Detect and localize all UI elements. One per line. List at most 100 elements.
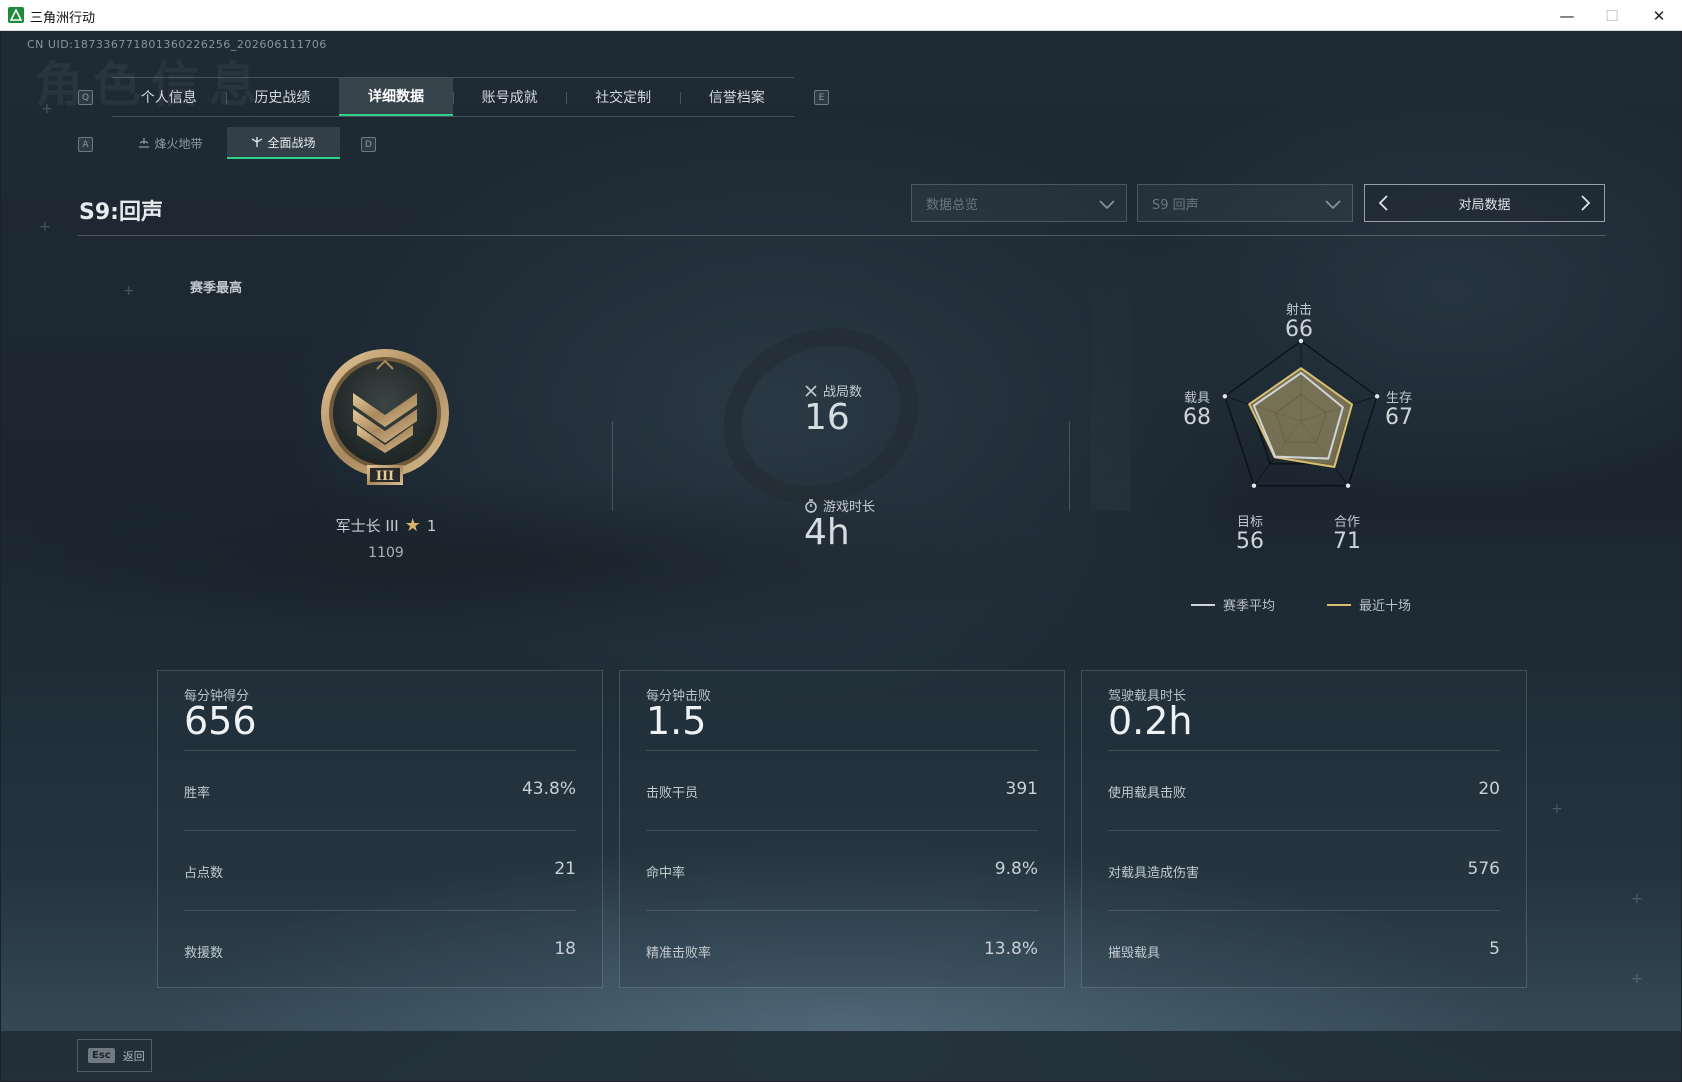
rank-badge-numeral: III xyxy=(376,469,394,484)
minimize-button[interactable]: — xyxy=(1544,0,1590,31)
radar-axis-dot xyxy=(1345,483,1351,488)
back-button[interactable]: Esc 返回 xyxy=(77,1039,152,1072)
radar-value-teamwork: 71 xyxy=(1333,529,1361,554)
vehicle-stats-card: 驾驶载具时长 0.2h 使用载具击败 20 对载具造成伤害 576 摧毁载具 5 xyxy=(1081,670,1527,988)
matches-value: 16 xyxy=(804,397,850,438)
key-hint-e: E xyxy=(814,90,829,105)
window-title: 三角洲行动 xyxy=(30,11,96,26)
radar-value-objective: 56 xyxy=(1236,529,1264,554)
bottom-bar: Esc 返回 xyxy=(1,1031,1681,1081)
card-divider xyxy=(1108,750,1500,751)
tab-social-custom[interactable]: 社交定制 xyxy=(566,78,680,116)
decor-plus: + xyxy=(39,219,51,235)
chevron-left-icon[interactable] xyxy=(1375,194,1393,212)
card-divider xyxy=(646,910,1038,911)
battlefield-icon xyxy=(252,137,263,147)
rank-name-row: 军士长 III ★ 1 xyxy=(301,515,471,536)
decor-plus: + xyxy=(1631,971,1643,987)
flame-zone-icon xyxy=(139,138,150,148)
playtime-value: 4h xyxy=(804,512,850,553)
radar-label-teamwork: 合作 xyxy=(1333,515,1360,530)
stat-row-label: 占点数 xyxy=(184,866,224,881)
game-viewport: 角色信息 + + + + + + CN UID:1873367718013602… xyxy=(1,31,1681,1081)
stat-row-label: 救援数 xyxy=(184,946,224,961)
tab-detailed-data[interactable]: 详细数据 xyxy=(339,78,453,116)
chevron-down-icon xyxy=(1099,200,1115,210)
main-tab-bar: 个人信息 历史战绩 详细数据 账号成就 社交定制 信誉档案 xyxy=(112,77,794,117)
stat-row-value: 13.8% xyxy=(983,939,1038,959)
stat-row-label: 胜率 xyxy=(184,786,211,801)
overview-dropdown-value: 数据总览 xyxy=(926,197,979,213)
app-logo-icon xyxy=(8,7,24,23)
card-divider xyxy=(184,830,576,831)
chevron-down-icon xyxy=(1325,200,1341,210)
legend-swatch-recent xyxy=(1327,603,1351,606)
key-hint-a: A xyxy=(78,137,93,152)
decor-plus: + xyxy=(41,101,53,117)
tab-achievements[interactable]: 账号成就 xyxy=(452,78,567,116)
stat-row-value: 5 xyxy=(1489,939,1500,959)
radar-value-shooting: 66 xyxy=(1285,317,1313,342)
stat-row-value: 21 xyxy=(554,859,576,879)
kill-stats-card: 每分钟击败 1.5 击败干员 391 命中率 9.8% 精准击败率 13.8% xyxy=(619,670,1065,988)
radar-label-vehicle: 载具 xyxy=(1183,391,1210,406)
stat-row-value: 43.8% xyxy=(521,779,576,799)
chevron-right-icon[interactable] xyxy=(1576,194,1594,212)
card-divider xyxy=(1108,910,1500,911)
radar-value-survival: 67 xyxy=(1385,405,1413,430)
card-divider xyxy=(646,750,1038,751)
decor-plus: + xyxy=(1631,891,1643,907)
esc-key-hint: Esc xyxy=(88,1048,115,1063)
player-uid: CN UID:18733677180136022625​6_2026061117… xyxy=(27,38,327,51)
background-tower xyxy=(1091,211,1131,511)
subtab-battlefield[interactable]: 全面战场 xyxy=(227,127,340,159)
stat-row-label: 精准击败率 xyxy=(646,946,712,961)
season-dropdown[interactable]: S9 回声 xyxy=(1137,184,1353,222)
rank-badge-icon: III xyxy=(321,349,449,485)
stopwatch-icon xyxy=(805,498,817,513)
decor-plus: + xyxy=(1551,801,1563,817)
radar-label-shooting: 射击 xyxy=(1285,303,1312,318)
crossed-swords-icon xyxy=(805,384,817,397)
legend-recent-label: 最近十场 xyxy=(1359,599,1412,614)
season-best-label: 赛季最高 xyxy=(190,281,243,296)
star-icon: ★ xyxy=(404,515,421,536)
section-divider xyxy=(612,421,613,511)
score-stats-card: 每分钟得分 656 胜率 43.8% 占点数 21 救援数 18 xyxy=(157,670,603,988)
rank-stars: 1 xyxy=(426,516,437,535)
subtab-battlefield-label: 全面战场 xyxy=(267,135,316,150)
stat-row-value: 18 xyxy=(554,939,576,959)
radar-label-objective: 目标 xyxy=(1236,515,1263,530)
stat-row-value: 20 xyxy=(1478,779,1500,799)
card-divider xyxy=(646,830,1038,831)
card-divider xyxy=(1108,830,1500,831)
stat-row-label: 使用载具击败 xyxy=(1108,786,1187,801)
maximize-button[interactable]: ☐ xyxy=(1589,0,1635,31)
back-label: 返回 xyxy=(122,1049,145,1063)
stat-row-label: 击败干员 xyxy=(646,786,699,801)
subtab-flame-zone[interactable]: 烽火地带 xyxy=(114,127,227,159)
radar-label-survival: 生存 xyxy=(1385,391,1412,406)
rank-points: 1109 xyxy=(368,545,404,561)
radar-value-vehicle: 68 xyxy=(1183,405,1211,430)
legend-season-average: 赛季平均 xyxy=(1191,595,1275,614)
close-button[interactable]: ✕ xyxy=(1636,0,1682,31)
sub-tab-bar: 烽火地带 全面战场 xyxy=(114,127,340,159)
radar-series-season-average xyxy=(1252,371,1344,460)
window-titlebar: 三角洲行动 — ☐ ✕ xyxy=(0,0,1682,31)
tab-credit-record[interactable]: 信誉档案 xyxy=(679,78,794,116)
subtab-flame-zone-label: 烽火地带 xyxy=(154,136,203,151)
card-divider xyxy=(184,750,576,751)
legend-average-label: 赛季平均 xyxy=(1223,599,1276,614)
tab-match-history[interactable]: 历史战绩 xyxy=(225,78,340,116)
overview-dropdown[interactable]: 数据总览 xyxy=(911,184,1127,222)
legend-swatch-average xyxy=(1191,603,1215,606)
card-head-value: 1.5 xyxy=(646,699,707,743)
stat-row-label: 对载具造成伤害 xyxy=(1108,866,1200,881)
tab-personal-info[interactable]: 个人信息 xyxy=(112,78,226,116)
header-divider xyxy=(78,235,1606,236)
key-hint-q: Q xyxy=(78,90,93,105)
radar-axis-dot xyxy=(1251,483,1257,488)
key-hint-d: D xyxy=(361,137,376,152)
match-data-label: 对局数据 xyxy=(1458,197,1511,213)
